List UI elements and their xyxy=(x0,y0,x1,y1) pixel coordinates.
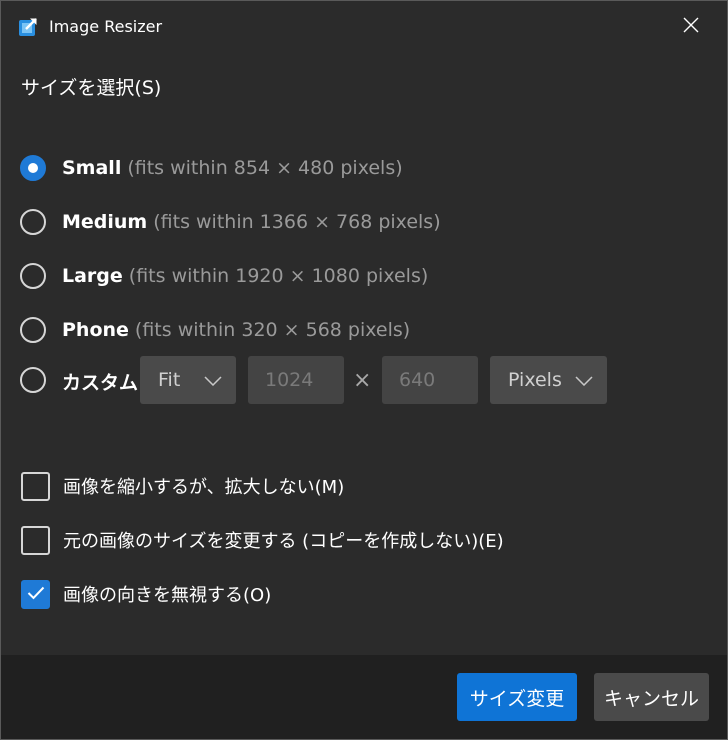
shrink-only-checkbox[interactable] xyxy=(21,471,50,501)
size-option-description: (fits within 320 × 568 pixels) xyxy=(134,319,411,341)
dialog-footer: サイズ変更 キャンセル xyxy=(1,655,727,739)
unit-dropdown[interactable]: Pixels xyxy=(490,356,607,404)
times-separator: × xyxy=(353,368,372,393)
radio-button-custom[interactable] xyxy=(20,367,46,393)
resize-original-checkbox[interactable] xyxy=(21,525,50,555)
radio-button-phone[interactable] xyxy=(20,317,46,343)
resize-original-option[interactable]: 元の画像のサイズを変更する (コピーを作成しない)(E) xyxy=(21,525,504,555)
size-option-custom: カスタム Fit 1024 × 640 Pixels xyxy=(20,356,620,404)
size-option-large[interactable]: Large (fits within 1920 × 1080 pixels) xyxy=(20,259,428,293)
checkmark-icon xyxy=(27,585,45,604)
height-input[interactable]: 640 xyxy=(382,356,478,404)
size-option-medium[interactable]: Medium (fits within 1366 × 768 pixels) xyxy=(20,205,441,239)
chevron-down-icon xyxy=(575,369,593,391)
ignore-orientation-label: 画像の向きを無視する(O) xyxy=(63,585,272,606)
size-option-small[interactable]: Small (fits within 854 × 480 pixels) xyxy=(20,151,403,185)
unit-value: Pixels xyxy=(508,369,562,391)
radio-button-large[interactable] xyxy=(20,263,46,289)
width-input[interactable]: 1024 xyxy=(248,356,344,404)
fit-mode-dropdown[interactable]: Fit xyxy=(140,356,236,404)
cancel-button[interactable]: キャンセル xyxy=(594,673,709,721)
size-option-name: Medium xyxy=(62,211,148,233)
close-icon xyxy=(683,17,699,37)
window-title: Image Resizer xyxy=(49,17,163,36)
size-option-name: Large xyxy=(62,265,123,287)
fit-mode-value: Fit xyxy=(158,369,181,391)
resize-original-label: 元の画像のサイズを変更する (コピーを作成しない)(E) xyxy=(63,531,504,552)
image-resizer-window: Image Resizer サイズを選択(S) Small (fits with… xyxy=(0,0,728,740)
shrink-only-label: 画像を縮小するが、拡大しない(M) xyxy=(63,477,345,498)
radio-button-small[interactable] xyxy=(20,155,46,181)
radio-button-medium[interactable] xyxy=(20,209,46,235)
size-option-description: (fits within 1920 × 1080 pixels) xyxy=(128,265,429,287)
size-option-description: (fits within 1366 × 768 pixels) xyxy=(153,211,441,233)
size-option-name: Small xyxy=(62,157,122,179)
ignore-orientation-option[interactable]: 画像の向きを無視する(O) xyxy=(21,579,271,609)
custom-option-label: カスタム xyxy=(62,372,139,394)
size-option-description: (fits within 854 × 480 pixels) xyxy=(127,157,403,179)
shrink-only-option[interactable]: 画像を縮小するが、拡大しない(M) xyxy=(21,471,344,501)
image-resizer-app-icon xyxy=(18,17,38,37)
size-option-name: Phone xyxy=(62,319,129,341)
resize-button[interactable]: サイズ変更 xyxy=(457,673,577,721)
size-option-phone[interactable]: Phone (fits within 320 × 568 pixels) xyxy=(20,313,410,347)
title-bar: Image Resizer xyxy=(1,1,727,53)
ignore-orientation-checkbox[interactable] xyxy=(21,579,50,609)
size-section-heading: サイズを選択(S) xyxy=(21,77,162,99)
chevron-down-icon xyxy=(204,369,222,391)
close-button[interactable] xyxy=(669,9,713,45)
custom-radio-wrap xyxy=(20,367,62,393)
